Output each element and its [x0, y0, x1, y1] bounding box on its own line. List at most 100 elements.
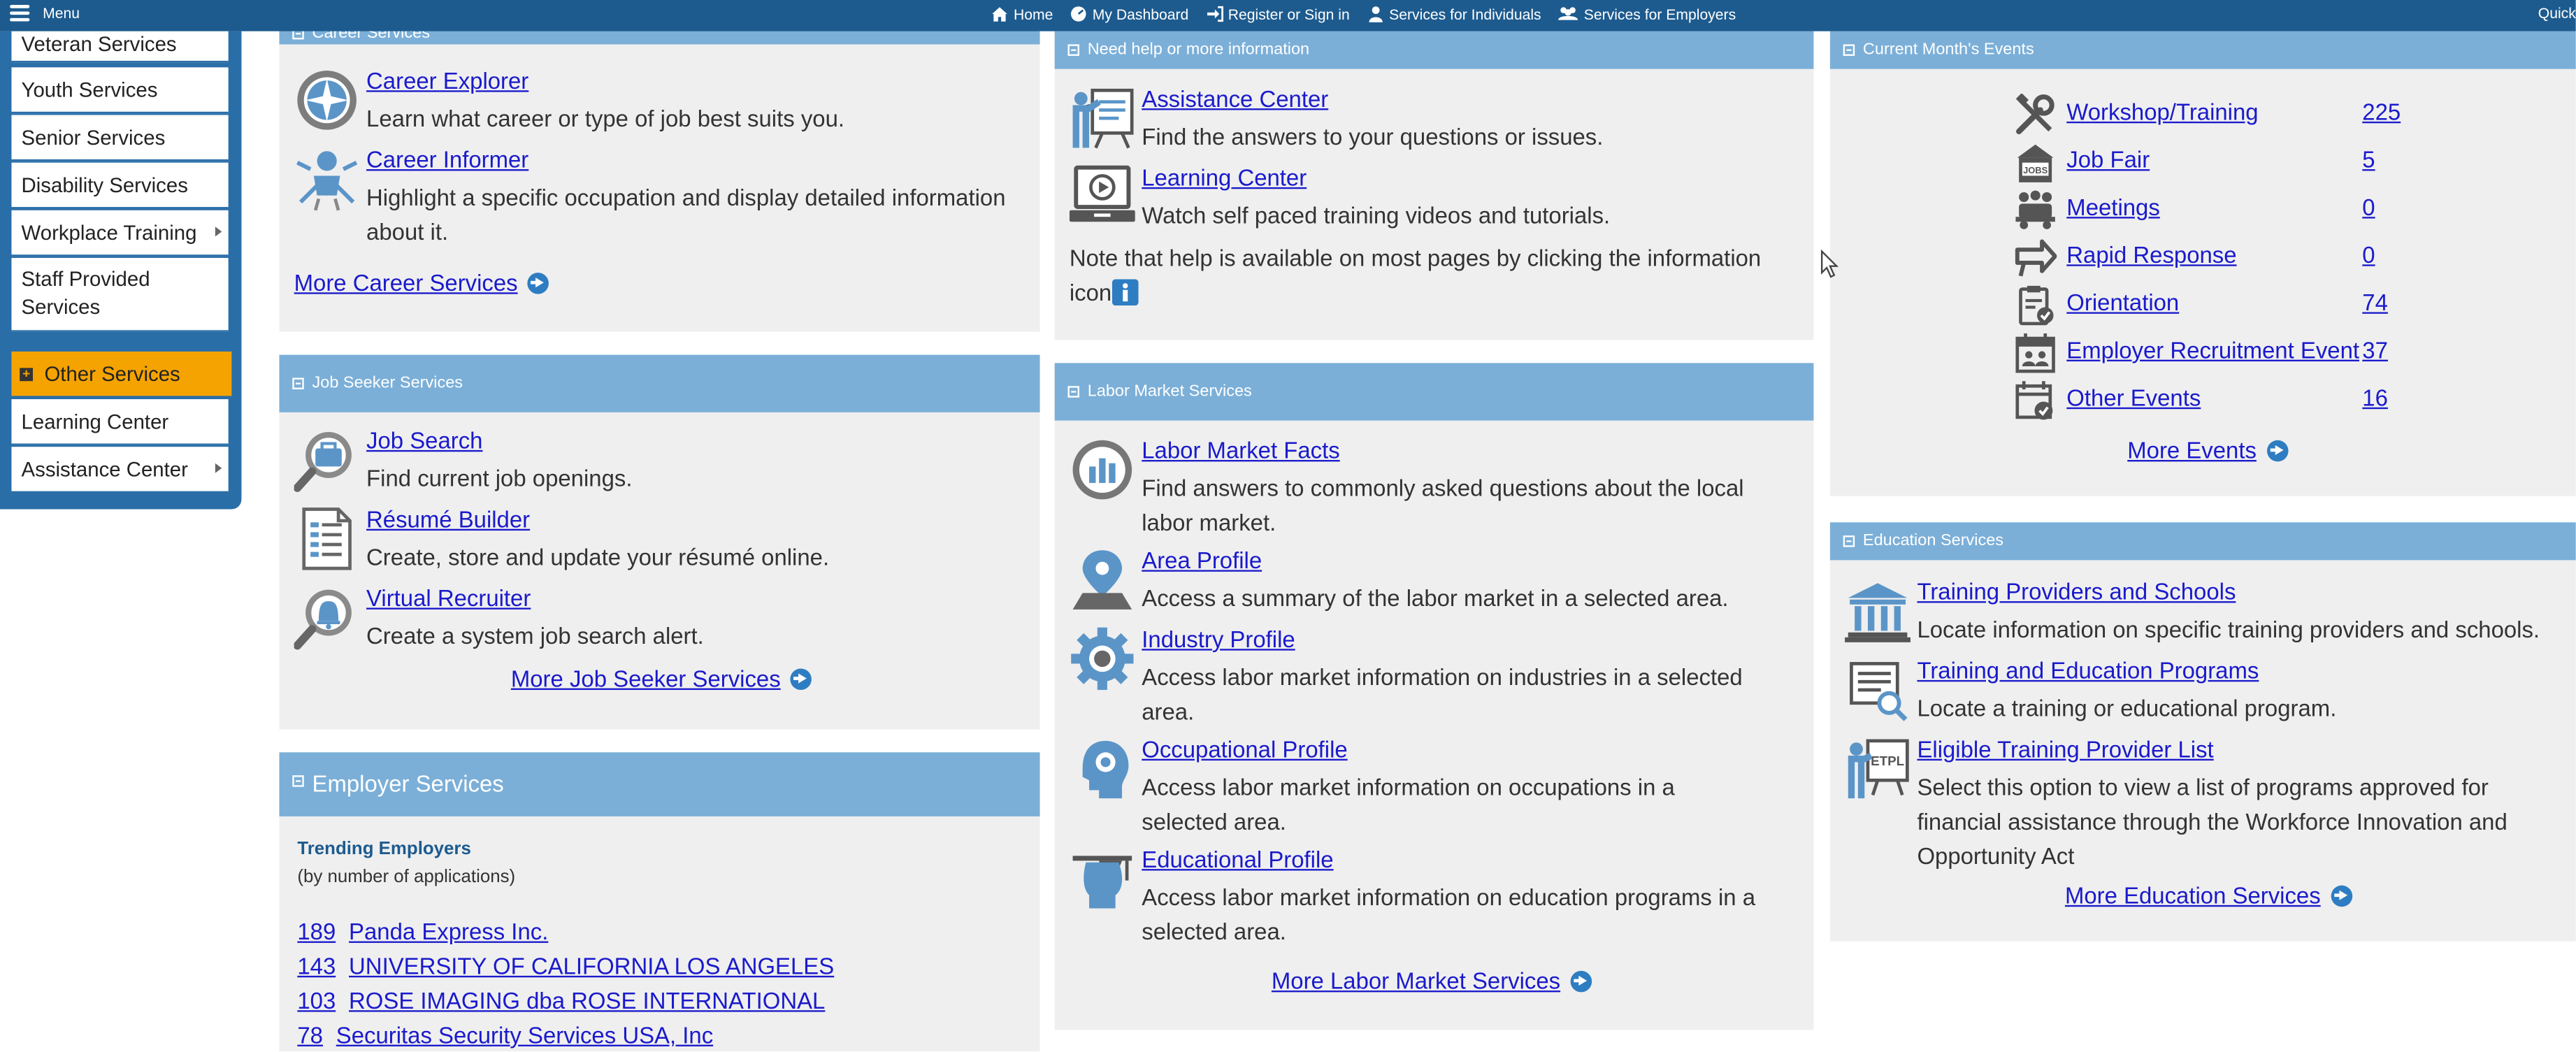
- event-count-link[interactable]: 5: [2362, 146, 2375, 173]
- etpl-link[interactable]: Eligible Training Provider List: [1917, 736, 2213, 763]
- job-search-link[interactable]: Job Search: [366, 427, 482, 454]
- item-description: Access a summary of the labor market in …: [1142, 584, 1729, 612]
- nav-services-employers[interactable]: Services for Employers: [1557, 5, 1736, 23]
- learning-center-link[interactable]: Learning Center: [1142, 164, 1307, 191]
- panel-header[interactable]: Need help or more information: [1054, 31, 1814, 69]
- event-count-link[interactable]: 0: [2362, 241, 2375, 268]
- occupational-profile-link[interactable]: Occupational Profile: [1142, 736, 1347, 763]
- event-count-link[interactable]: 225: [2362, 99, 2401, 125]
- item-description: Create a system job search alert.: [366, 622, 704, 649]
- item-description: Highlight a specific occupation and disp…: [366, 184, 1006, 245]
- info-icon[interactable]: [1111, 279, 1138, 306]
- panel-title: Need help or more information: [1087, 41, 1310, 59]
- employer-name-link[interactable]: Securitas Security Services USA, Inc: [336, 1022, 713, 1049]
- event-row-meetings: Meetings 0: [2014, 189, 2441, 231]
- dashboard-icon: [1071, 6, 1086, 22]
- magnifier-bell-icon: [294, 589, 352, 650]
- career-explorer-link[interactable]: Career Explorer: [366, 67, 528, 94]
- collapse-icon: [1843, 44, 1855, 56]
- sidebar-item-assistance-center[interactable]: Assistance Center: [11, 447, 229, 493]
- arrow-sign-icon: [2015, 239, 2057, 277]
- nav-employers-label: Services for Employers: [1583, 6, 1736, 22]
- svg-text:JOBS: JOBS: [2023, 165, 2048, 175]
- panel-header[interactable]: Job Seeker Services: [279, 354, 1040, 412]
- item-description: Access labor market information on occup…: [1142, 773, 1675, 835]
- sidebar-item-disability-services[interactable]: Disability Services: [11, 162, 229, 209]
- nav-services-individuals[interactable]: Services for Individuals: [1366, 5, 1541, 23]
- employer-name-link[interactable]: UNIVERSITY OF CALIFORNIA LOS ANGELES: [349, 953, 834, 979]
- graduate-icon: [1072, 856, 1132, 909]
- nav-home[interactable]: Home: [991, 5, 1053, 23]
- more-education-services-link[interactable]: More Education Services: [2065, 882, 2352, 909]
- event-count-link[interactable]: 16: [2362, 384, 2388, 411]
- more-career-services-link[interactable]: More Career Services: [294, 269, 549, 296]
- bar-chart-circle-icon: [1072, 440, 1132, 500]
- educational-profile-link[interactable]: Educational Profile: [1142, 846, 1333, 872]
- sidebar-item-youth-services[interactable]: Youth Services: [11, 67, 229, 114]
- quick-search-link[interactable]: Quick S: [2538, 5, 2576, 22]
- employer-row: 143 UNIVERSITY OF CALIFORNIA LOS ANGELES: [297, 953, 847, 979]
- events-panel: Current Month's Events Workshop/Training…: [1829, 31, 2576, 496]
- sidebar-item-veteran-services[interactable]: Veteran Services: [11, 26, 229, 63]
- sidebar-item-label: Staff Provided Services: [21, 268, 150, 319]
- sidebar-item-label: Disability Services: [21, 173, 188, 196]
- panel-header[interactable]: Labor Market Services: [1054, 363, 1814, 421]
- more-job-seeker-services-link[interactable]: More Job Seeker Services: [511, 665, 812, 691]
- more-events-link[interactable]: More Events: [2127, 437, 2288, 463]
- item-description: Locate information on specific training …: [1917, 616, 2540, 642]
- menu-button[interactable]: Menu: [10, 5, 80, 22]
- employer-count-link[interactable]: 189: [297, 918, 336, 945]
- sidebar-item-workplace-training[interactable]: Workplace Training: [11, 210, 229, 257]
- sidebar-item-label: Veteran Services: [21, 31, 177, 55]
- item-description: Access labor market information on educa…: [1142, 884, 1756, 945]
- collapse-icon: [1843, 535, 1855, 547]
- sidebar-item-senior-services[interactable]: Senior Services: [11, 115, 229, 161]
- assistance-center-link[interactable]: Assistance Center: [1142, 85, 1328, 112]
- training-programs-link[interactable]: Training and Education Programs: [1917, 657, 2259, 684]
- panel-header[interactable]: Employer Services: [279, 752, 1040, 816]
- event-meetings-link[interactable]: Meetings: [2066, 194, 2160, 220]
- labor-market-facts-link[interactable]: Labor Market Facts: [1142, 437, 1339, 463]
- employer-count-link[interactable]: 103: [297, 987, 336, 1014]
- sidebar-item-staff-provided-services[interactable]: Staff Provided Services: [11, 257, 229, 332]
- nav-dashboard-label: My Dashboard: [1092, 6, 1189, 22]
- sidebar-item-other-services[interactable]: + Other Services: [11, 351, 232, 396]
- item-description: Watch self paced training videos and tut…: [1142, 202, 1611, 229]
- event-workshop-training-link[interactable]: Workshop/Training: [2066, 99, 2258, 125]
- career-informer-link[interactable]: Career Informer: [366, 146, 528, 173]
- area-profile-link[interactable]: Area Profile: [1142, 547, 1262, 574]
- event-employer-recruitment-link[interactable]: Employer Recruitment Event: [2066, 337, 2359, 363]
- nav-register-label: Register or Sign in: [1228, 6, 1350, 22]
- hamburger-icon: [10, 5, 30, 22]
- sidebar-item-learning-center[interactable]: Learning Center: [11, 399, 229, 445]
- employer-count-link[interactable]: 78: [297, 1022, 323, 1049]
- virtual-recruiter-link[interactable]: Virtual Recruiter: [366, 585, 531, 612]
- resume-builder-link[interactable]: Résumé Builder: [366, 506, 530, 533]
- industry-profile-link[interactable]: Industry Profile: [1142, 626, 1295, 652]
- employer-count-link[interactable]: 143: [297, 953, 336, 979]
- meeting-people-icon: [2015, 190, 2055, 229]
- nav-dashboard[interactable]: My Dashboard: [1070, 5, 1188, 23]
- event-orientation-link[interactable]: Orientation: [2066, 289, 2179, 316]
- head-gear-icon: [1082, 740, 1129, 799]
- employer-name-link[interactable]: Panda Express Inc.: [349, 918, 548, 945]
- gear-icon: [1071, 627, 1134, 690]
- arrow-right-circle-icon: [527, 271, 549, 294]
- event-count-link[interactable]: 37: [2362, 337, 2388, 363]
- event-other-events-link[interactable]: Other Events: [2066, 384, 2201, 411]
- panel-header[interactable]: Current Month's Events: [1829, 31, 2576, 69]
- employer-name-link[interactable]: ROSE IMAGING dba ROSE INTERNATIONAL: [349, 987, 825, 1014]
- event-count-link[interactable]: 74: [2362, 289, 2388, 316]
- event-count-link[interactable]: 0: [2362, 194, 2375, 220]
- event-job-fair-link[interactable]: Job Fair: [2066, 146, 2150, 173]
- panel-header[interactable]: Education Services: [1829, 522, 2576, 561]
- more-labor-market-services-link[interactable]: More Labor Market Services: [1272, 967, 1592, 994]
- event-rapid-response-link[interactable]: Rapid Response: [2066, 241, 2236, 268]
- training-providers-link[interactable]: Training Providers and Schools: [1917, 578, 2236, 605]
- sidebar-item-label: Learning Center: [21, 410, 169, 433]
- more-link-label: More Labor Market Services: [1271, 967, 1561, 994]
- arrow-right-circle-icon: [2330, 884, 2352, 907]
- arrow-right-circle-icon: [790, 668, 812, 689]
- nav-register-signin[interactable]: Register or Sign in: [1205, 5, 1350, 23]
- tools-icon: [2015, 93, 2055, 135]
